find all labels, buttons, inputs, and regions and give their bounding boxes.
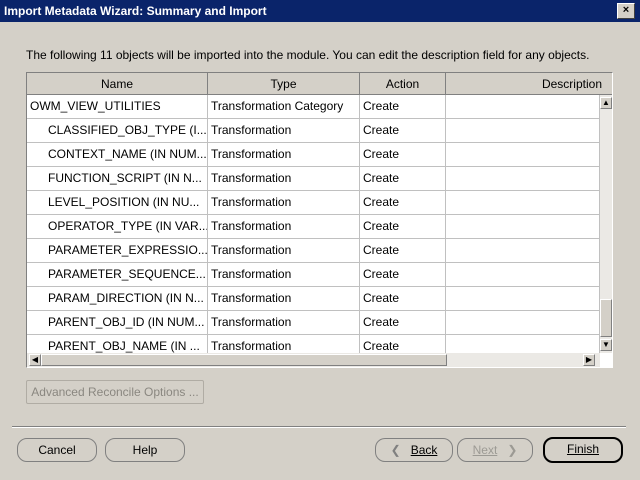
action-cell: Create [360, 95, 446, 119]
name-cell: PARAMETER_EXPRESSIO... [27, 239, 208, 263]
title-bar: Import Metadata Wizard: Summary and Impo… [0, 0, 640, 22]
type-cell: Transformation [208, 311, 360, 335]
table-row[interactable]: OPERATOR_TYPE (IN VAR... Transformation Cr… [27, 215, 600, 239]
column-header-description[interactable]: Description [446, 73, 612, 95]
column-header-type[interactable]: Type [208, 73, 360, 95]
action-cell: Create [360, 263, 446, 287]
description-cell[interactable] [446, 263, 600, 287]
arrow-down-icon: ▼ [602, 340, 610, 349]
description-cell[interactable] [446, 191, 600, 215]
table-row[interactable]: PARAMETER_SEQUENCE... Transformation Creat… [27, 263, 600, 287]
type-cell: Transformation [208, 263, 360, 287]
cancel-button[interactable]: Cancel [17, 438, 97, 462]
table-row[interactable]: PARAMETER_EXPRESSIO... Transformation Crea… [27, 239, 600, 263]
close-button[interactable]: × [617, 3, 635, 19]
type-cell: Transformation [208, 191, 360, 215]
type-cell: Transformation [208, 167, 360, 191]
action-cell: Create [360, 191, 446, 215]
name-cell: PARENT_OBJ_ID (IN NUM... [27, 311, 208, 335]
name-cell: PARAMETER_SEQUENCE... [27, 263, 208, 287]
arrow-right-icon: ▶ [585, 355, 593, 364]
horizontal-scroll-thumb[interactable] [41, 354, 447, 366]
description-cell[interactable] [446, 143, 600, 167]
horizontal-scrollbar[interactable]: ◀ ▶ [27, 353, 600, 367]
name-cell: OWM_VIEW_UTILITIES [27, 95, 208, 119]
description-cell[interactable] [446, 215, 600, 239]
instruction-text: The following 11 objects will be importe… [26, 48, 590, 62]
window-title: Import Metadata Wizard: Summary and Impo… [4, 4, 267, 18]
description-cell[interactable] [446, 167, 600, 191]
next-button[interactable]: Next ❯ [457, 438, 533, 462]
table-row[interactable]: PARENT_OBJ_ID (IN NUM... Transformation Cr… [27, 311, 600, 335]
table-header: Name Type Action Description [27, 73, 612, 95]
action-cell: Create [360, 167, 446, 191]
table-row[interactable]: LEVEL_POSITION (IN NU... Transformation Cr… [27, 191, 600, 215]
action-cell: Create [360, 215, 446, 239]
type-cell: Transformation [208, 215, 360, 239]
action-cell: Create [360, 287, 446, 311]
name-cell: LEVEL_POSITION (IN NU... [27, 191, 208, 215]
name-cell: CLASSIFIED_OBJ_TYPE (I... [27, 119, 208, 143]
finish-label: Finish [566, 442, 599, 456]
name-cell: FUNCTION_SCRIPT (IN N... [27, 167, 208, 191]
description-cell[interactable] [446, 95, 600, 119]
name-cell: OPERATOR_TYPE (IN VAR... [27, 215, 208, 239]
arrow-up-icon: ▲ [602, 98, 610, 107]
scroll-down-button[interactable]: ▼ [600, 339, 612, 351]
name-cell: CONTEXT_NAME (IN NUM... [27, 143, 208, 167]
close-icon: × [622, 4, 630, 16]
vertical-scroll-thumb[interactable] [600, 299, 612, 337]
arrow-left-icon: ◀ [31, 355, 39, 364]
description-cell[interactable] [446, 287, 600, 311]
next-arrow-icon: ❯ [507, 443, 518, 457]
scroll-left-button[interactable]: ◀ [29, 354, 41, 366]
table-row[interactable]: FUNCTION_SCRIPT (IN N... Transformation Cr… [27, 167, 600, 191]
table-row[interactable]: CONTEXT_NAME (IN NUM... Transformation Cre… [27, 143, 600, 167]
description-cell[interactable] [446, 119, 600, 143]
table-row[interactable]: CLASSIFIED_OBJ_TYPE (I... Transformation C… [27, 119, 600, 143]
action-cell: Create [360, 311, 446, 335]
action-cell: Create [360, 119, 446, 143]
type-cell: Transformation [208, 239, 360, 263]
column-header-name[interactable]: Name [27, 73, 208, 95]
type-cell: Transformation [208, 287, 360, 311]
description-cell[interactable] [446, 311, 600, 335]
type-cell: Transformation [208, 143, 360, 167]
help-button[interactable]: Help [105, 438, 185, 462]
type-cell: Transformation Category [208, 95, 360, 119]
objects-table: Name Type Action Description OWM_VIEW_UT… [26, 72, 613, 368]
separator [12, 426, 626, 428]
table-row[interactable]: PARAM_DIRECTION (IN N... Transformation Cr… [27, 287, 600, 311]
next-label: Next [472, 443, 498, 457]
finish-button[interactable]: Finish [543, 437, 623, 463]
name-cell: PARAM_DIRECTION (IN N... [27, 287, 208, 311]
action-cell: Create [360, 143, 446, 167]
column-header-action[interactable]: Action [360, 73, 446, 95]
vertical-scrollbar[interactable]: ▲ ▼ [600, 95, 612, 353]
description-cell[interactable] [446, 239, 600, 263]
back-button[interactable]: ❮ Back [375, 438, 453, 462]
type-cell: Transformation [208, 119, 360, 143]
advanced-reconcile-options-button[interactable]: Advanced Reconcile Options ... [26, 380, 204, 404]
back-label: Back [410, 443, 438, 457]
action-cell: Create [360, 239, 446, 263]
table-row[interactable]: OWM_VIEW_UTILITIES Transformation Categor… [27, 95, 600, 119]
scroll-up-button[interactable]: ▲ [600, 97, 612, 109]
back-arrow-icon: ❮ [390, 443, 401, 457]
scroll-right-button[interactable]: ▶ [583, 354, 595, 366]
